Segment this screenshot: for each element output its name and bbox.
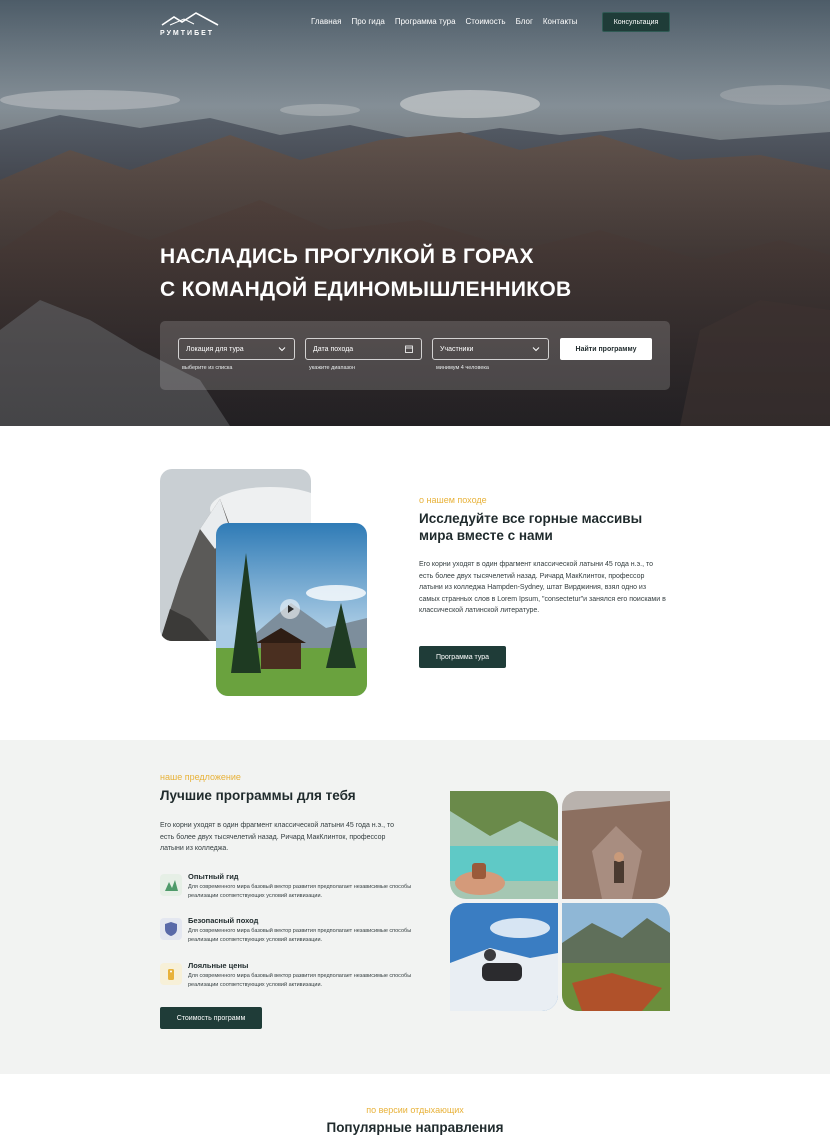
gallery-image-hiker	[562, 791, 670, 899]
logo[interactable]: РУМТИБЕТ	[160, 11, 220, 39]
chevron-down-icon	[278, 347, 286, 352]
popular-kicker: по версии отдыхающих	[366, 1105, 464, 1115]
gallery-image-valley	[562, 903, 670, 1011]
offer-title: Лучшие программы для тебя	[160, 788, 356, 803]
feature-title: Опытный гид	[188, 872, 239, 881]
popular-title: Популярные направления	[326, 1120, 504, 1135]
date-field-label: Дата похода	[313, 345, 354, 353]
gallery-image-snowmobile	[450, 903, 558, 1011]
date-field[interactable]: Дата похода	[305, 338, 422, 360]
guide-icon	[160, 874, 182, 896]
chevron-down-icon	[532, 347, 540, 352]
feature-title: Безопасный поход	[188, 916, 259, 925]
offer-section	[0, 740, 830, 1074]
nav-item-program[interactable]: Программа тура	[395, 17, 456, 26]
nav-item-guide[interactable]: Про гида	[351, 17, 384, 26]
participants-hint: минимум 4 человека	[436, 365, 489, 371]
consultation-button[interactable]: Консультация	[602, 12, 670, 32]
gallery-image-lake	[450, 791, 558, 899]
program-prices-button[interactable]: Стоимость программ	[160, 1007, 262, 1029]
about-title: Исследуйте все горные массивы мира вмест…	[419, 510, 679, 544]
hero-title-line-1: НАСЛАДИСЬ ПРОГУЛКОЙ В ГОРАХ	[160, 245, 534, 268]
feature-desc: Для современного мира базовый вектор раз…	[188, 928, 412, 943]
about-text: Его корни уходят в один фрагмент классич…	[419, 561, 666, 614]
feature-desc: Для современного мира базовый вектор раз…	[188, 884, 412, 899]
play-icon[interactable]	[280, 599, 300, 619]
mountain-logo-icon	[161, 12, 219, 26]
nav-item-price[interactable]: Стоимость	[466, 17, 506, 26]
about-kicker: о нашем походе	[419, 495, 487, 505]
calendar-icon	[405, 345, 413, 353]
find-program-button[interactable]: Найти программу	[560, 338, 652, 360]
offer-text: Его корни уходят в один фрагмент классич…	[160, 822, 395, 852]
hero-section: РУМТИБЕТ Главная Про гида Программа тура…	[0, 0, 830, 426]
about-title-line-2: мира вместе с нами	[419, 528, 553, 543]
hero-title-line-2: С КОМАНДОЙ ЕДИНОМЫШЛЕННИКОВ	[160, 278, 572, 301]
feature-title: Лояльные цены	[188, 961, 249, 970]
brand-name: РУМТИБЕТ	[160, 30, 215, 37]
participants-select-label: Участники	[440, 345, 474, 353]
location-select[interactable]: Локация для тура	[178, 338, 295, 360]
main-nav: Главная Про гида Программа тура Стоимост…	[311, 17, 577, 26]
about-title-line-1: Исследуйте все горные массивы	[419, 511, 643, 526]
participants-select[interactable]: Участники	[432, 338, 549, 360]
shield-icon	[160, 918, 182, 940]
location-select-label: Локация для тура	[186, 345, 244, 353]
tour-search-panel: Локация для тура Дата похода Участники Н…	[160, 321, 670, 390]
date-hint: укажите диапазон	[309, 365, 356, 371]
nav-item-home[interactable]: Главная	[311, 17, 341, 26]
feature-desc: Для современного мира базовый вектор раз…	[188, 973, 412, 988]
location-hint: выберите из списка	[182, 365, 233, 371]
nav-item-contacts[interactable]: Контакты	[543, 17, 578, 26]
price-tag-icon	[160, 963, 182, 985]
nav-item-blog[interactable]: Блог	[516, 17, 533, 26]
tour-program-button[interactable]: Программа тура	[419, 646, 506, 668]
forest-cabin-video[interactable]	[216, 523, 367, 696]
hero-title: НАСЛАДИСЬ ПРОГУЛКОЙ В ГОРАХ С КОМАНДОЙ Е…	[160, 240, 572, 306]
offer-kicker: наше предложение	[160, 772, 241, 782]
